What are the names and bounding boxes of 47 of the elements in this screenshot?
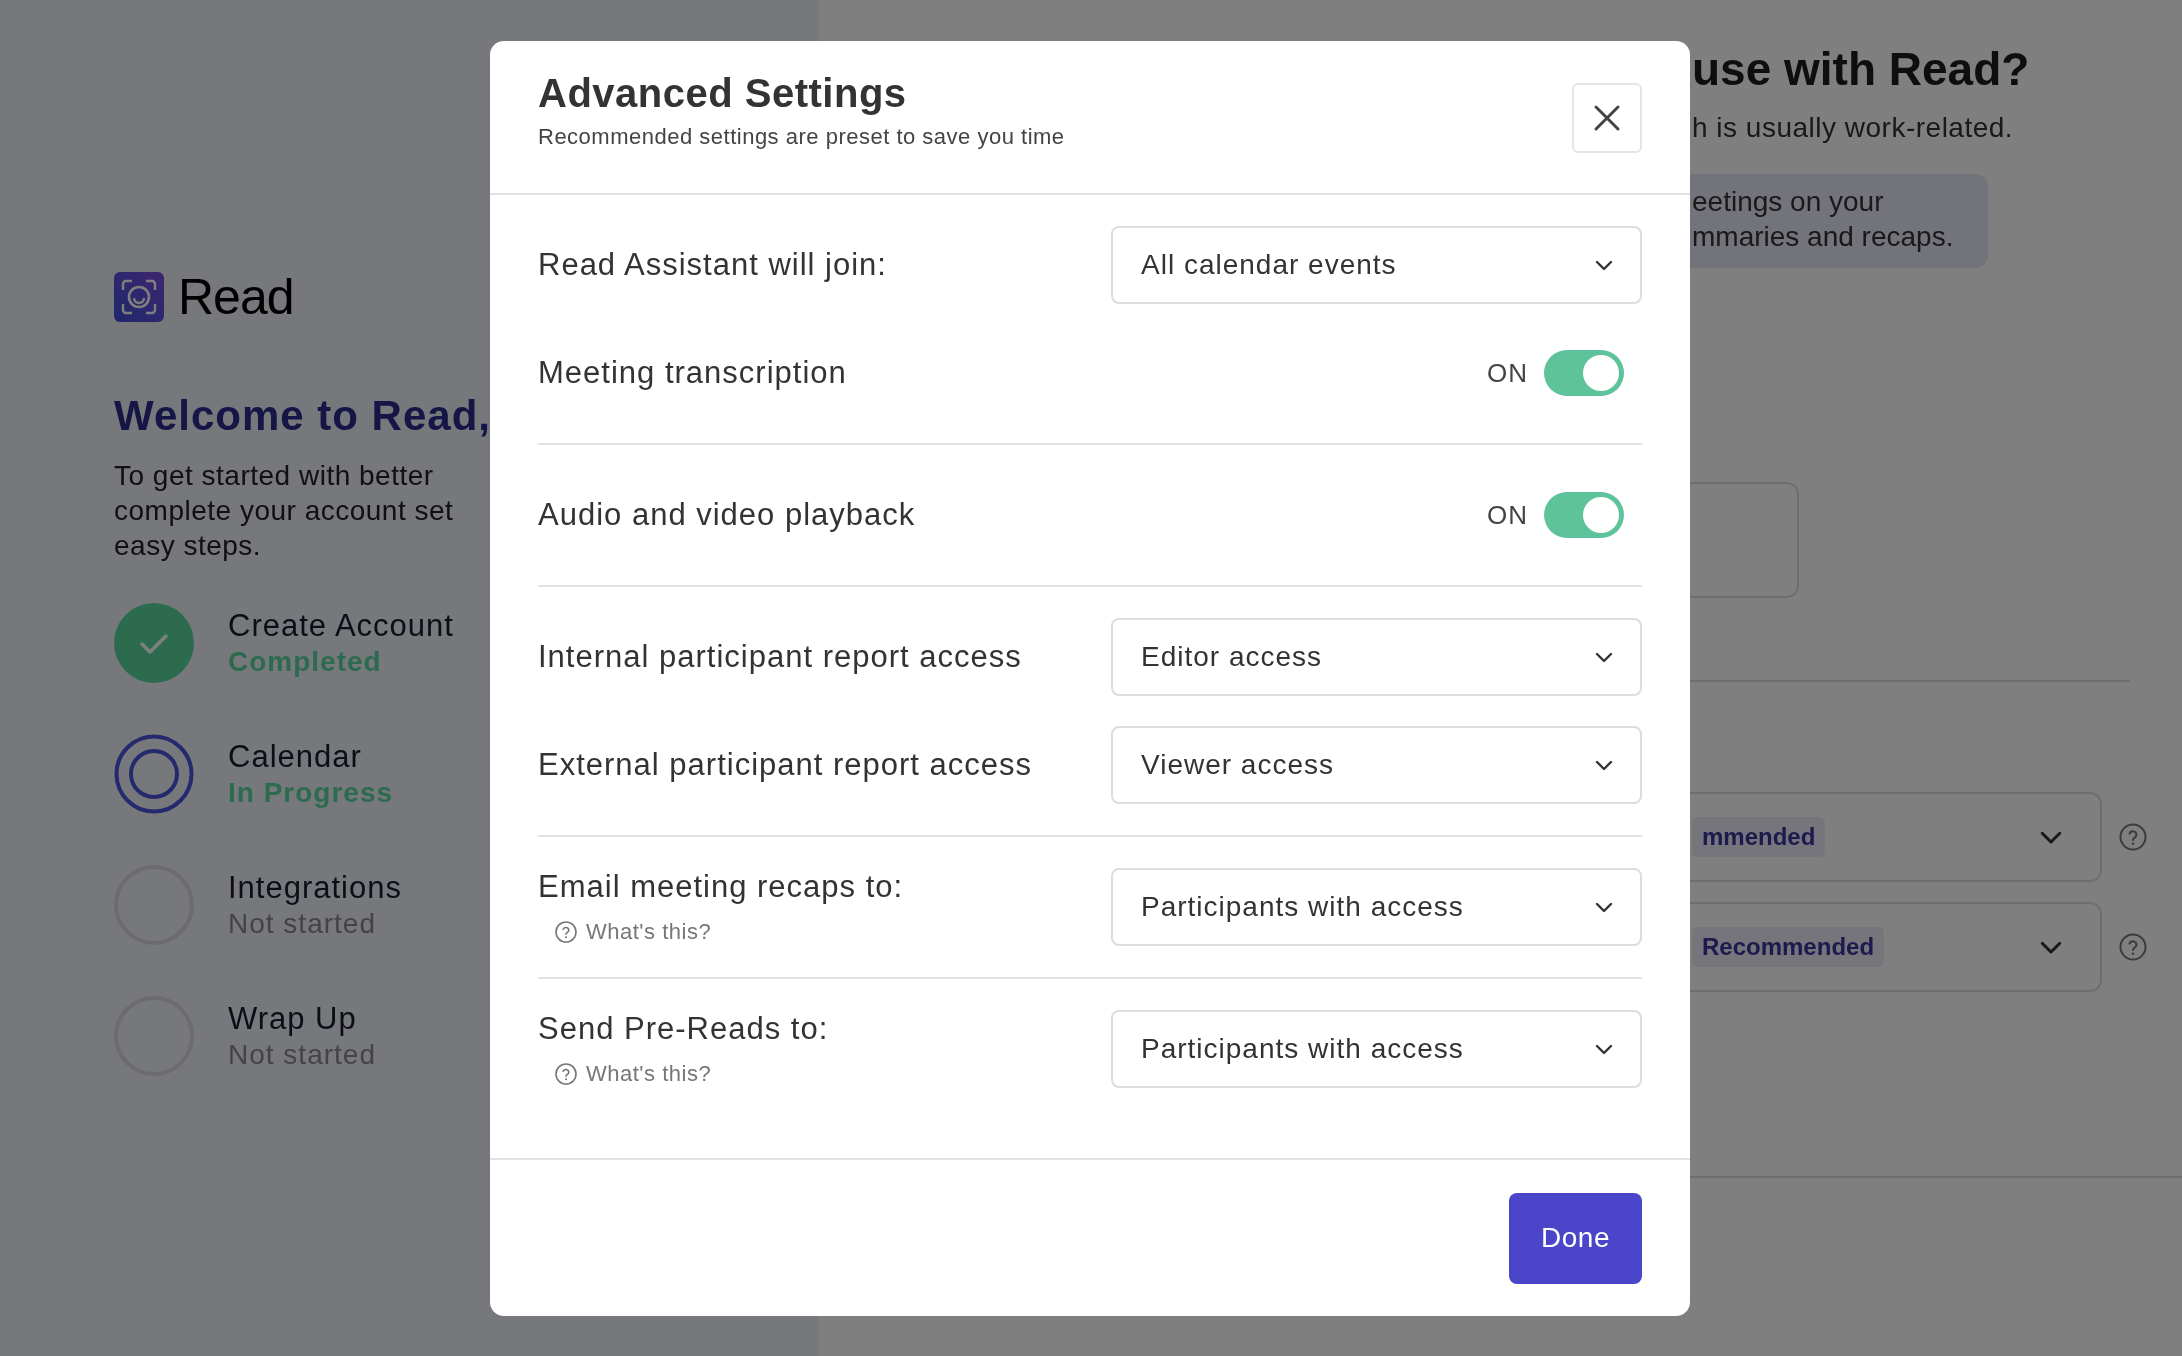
help-icon bbox=[2118, 822, 2148, 852]
help-icon bbox=[554, 920, 578, 944]
select-field[interactable]: Participants with access bbox=[1111, 868, 1642, 946]
intro-text-line: easy steps. bbox=[114, 529, 262, 563]
page-heading: use with Read? bbox=[1692, 42, 2031, 96]
intro-text-line: complete your account set bbox=[114, 494, 454, 528]
step-title: Integrations bbox=[228, 870, 402, 906]
dialog-title: Advanced Settings bbox=[538, 71, 908, 116]
step-title: Create Account bbox=[228, 608, 454, 644]
help-icon bbox=[2118, 932, 2148, 962]
toggle-state-label: ON bbox=[1487, 357, 1528, 389]
dialog-subtitle: Recommended settings are preset to save you time bbox=[538, 124, 1065, 150]
select-field[interactable]: Viewer access bbox=[1111, 726, 1642, 804]
select-field[interactable]: All calendar events bbox=[1111, 226, 1642, 304]
done-button[interactable]: Done bbox=[1509, 1192, 1642, 1284]
page-subtitle: h is usually work-related. bbox=[1692, 112, 2015, 144]
note-text-line: eetings on your bbox=[1692, 185, 1885, 219]
step-status: Not started bbox=[228, 908, 377, 940]
setting-label: Internal participant report access bbox=[538, 639, 1022, 675]
toggle-switch[interactable] bbox=[1544, 350, 1624, 396]
help-icon bbox=[554, 1062, 578, 1086]
setting-label: Meeting transcription bbox=[538, 355, 847, 391]
close-icon bbox=[1592, 103, 1622, 133]
toggle-switch[interactable] bbox=[1544, 492, 1624, 538]
intro-text-line: To get started with better bbox=[114, 459, 434, 493]
close-button[interactable] bbox=[1572, 83, 1642, 153]
recommended-tag: Recommended bbox=[1692, 927, 1885, 967]
setting-label: Email meeting recaps to: bbox=[538, 869, 904, 905]
brand-name: Read bbox=[178, 268, 294, 326]
step-status: Completed bbox=[228, 646, 383, 678]
setting-label: Send Pre-Reads to: bbox=[538, 1011, 829, 1047]
step-status: In Progress bbox=[228, 777, 394, 809]
setting-label: External participant report access bbox=[538, 747, 1033, 783]
setting-label: Audio and video playback bbox=[538, 497, 916, 533]
step-title: Wrap Up bbox=[228, 1001, 358, 1037]
welcome-heading: Welcome to Read, bbox=[114, 392, 492, 440]
toggle-state-label: ON bbox=[1487, 499, 1528, 531]
help-link[interactable]: What's this? bbox=[554, 1061, 829, 1087]
step-status: Not started bbox=[228, 1039, 376, 1071]
help-link[interactable]: What's this? bbox=[554, 919, 904, 945]
recommended-tag: mmended bbox=[1692, 817, 1826, 857]
logo-icon bbox=[114, 272, 164, 322]
step-title: Calendar bbox=[228, 739, 363, 775]
select-field[interactable]: Editor access bbox=[1111, 618, 1642, 696]
setting-label: Read Assistant will join: bbox=[538, 247, 887, 283]
select-field[interactable]: Participants with access bbox=[1111, 1010, 1642, 1088]
note-text-line: mmaries and recaps. bbox=[1692, 220, 1955, 254]
